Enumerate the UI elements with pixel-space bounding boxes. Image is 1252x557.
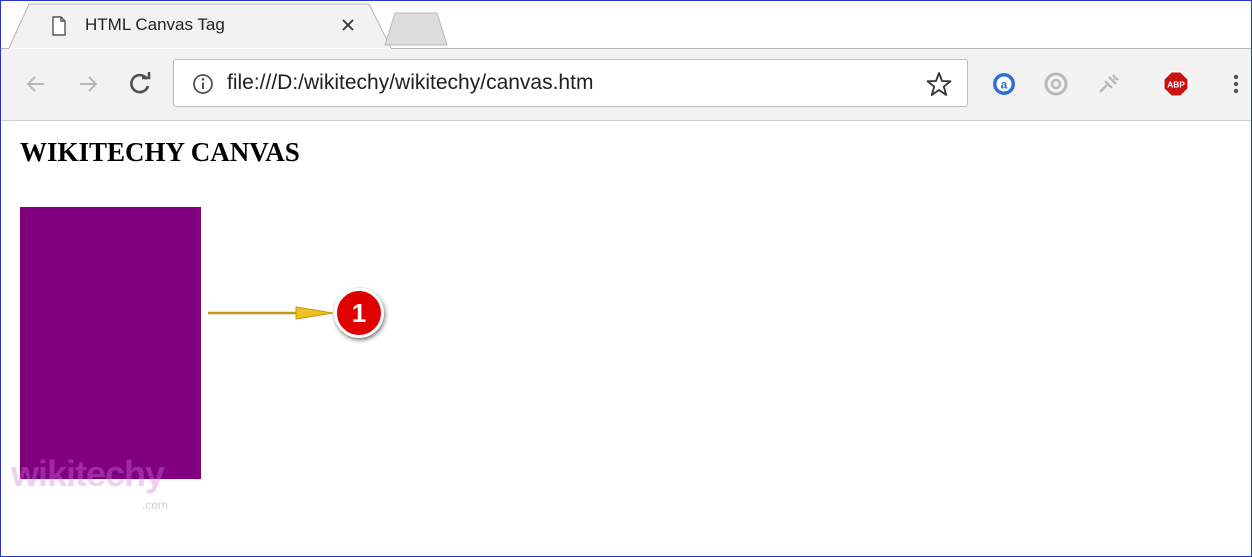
back-button[interactable]: [23, 71, 49, 97]
adblock-extension-button[interactable]: ABP: [1163, 71, 1189, 97]
url-text[interactable]: file:///D:/wikitechy/wikitechy/canvas.ht…: [227, 71, 593, 95]
tab-strip: HTML Canvas Tag: [1, 1, 1251, 49]
a-extension-icon: a: [993, 73, 1015, 95]
close-icon: [342, 19, 354, 31]
wikitechy-watermark: wikitechy: [11, 453, 165, 494]
forward-button[interactable]: [75, 71, 101, 97]
ring-extension-icon: [1044, 72, 1068, 96]
purple-canvas-rectangle: [20, 207, 201, 479]
new-tab-button[interactable]: [381, 11, 451, 47]
info-icon[interactable]: [192, 73, 214, 95]
puzzle-extension-icon: [1099, 74, 1119, 93]
menu-button[interactable]: [1223, 71, 1249, 97]
forward-arrow-icon: [80, 76, 98, 92]
adblock-label: ABP: [1167, 80, 1185, 90]
kebab-menu-icon: [1233, 74, 1239, 94]
bookmark-star-icon[interactable]: [926, 71, 952, 97]
annotation-arrow: [208, 306, 334, 320]
reload-button[interactable]: [127, 71, 153, 97]
puzzle-extension-button[interactable]: [1096, 71, 1122, 97]
page-icon: [52, 16, 66, 36]
wikitechy-watermark-sub: .com: [142, 498, 169, 512]
reload-icon: [130, 72, 151, 94]
address-bar[interactable]: file:///D:/wikitechy/wikitechy/canvas.ht…: [173, 59, 968, 107]
back-arrow-icon: [26, 76, 44, 92]
adblock-icon: ABP: [1163, 71, 1189, 97]
page-content: WIKITECHY CANVAS 1 wikitechy .com: [1, 121, 1251, 556]
browser-toolbar: file:///D:/wikitechy/wikitechy/canvas.ht…: [1, 49, 1251, 121]
svg-text:a: a: [1001, 78, 1008, 92]
annotation-badge: 1: [334, 288, 384, 338]
a-extension-button[interactable]: a: [991, 71, 1017, 97]
ring-extension-button[interactable]: [1043, 71, 1069, 97]
tab-title: HTML Canvas Tag: [85, 15, 225, 34]
tab-close-button[interactable]: [335, 12, 361, 38]
page-heading: WIKITECHY CANVAS: [20, 137, 300, 167]
